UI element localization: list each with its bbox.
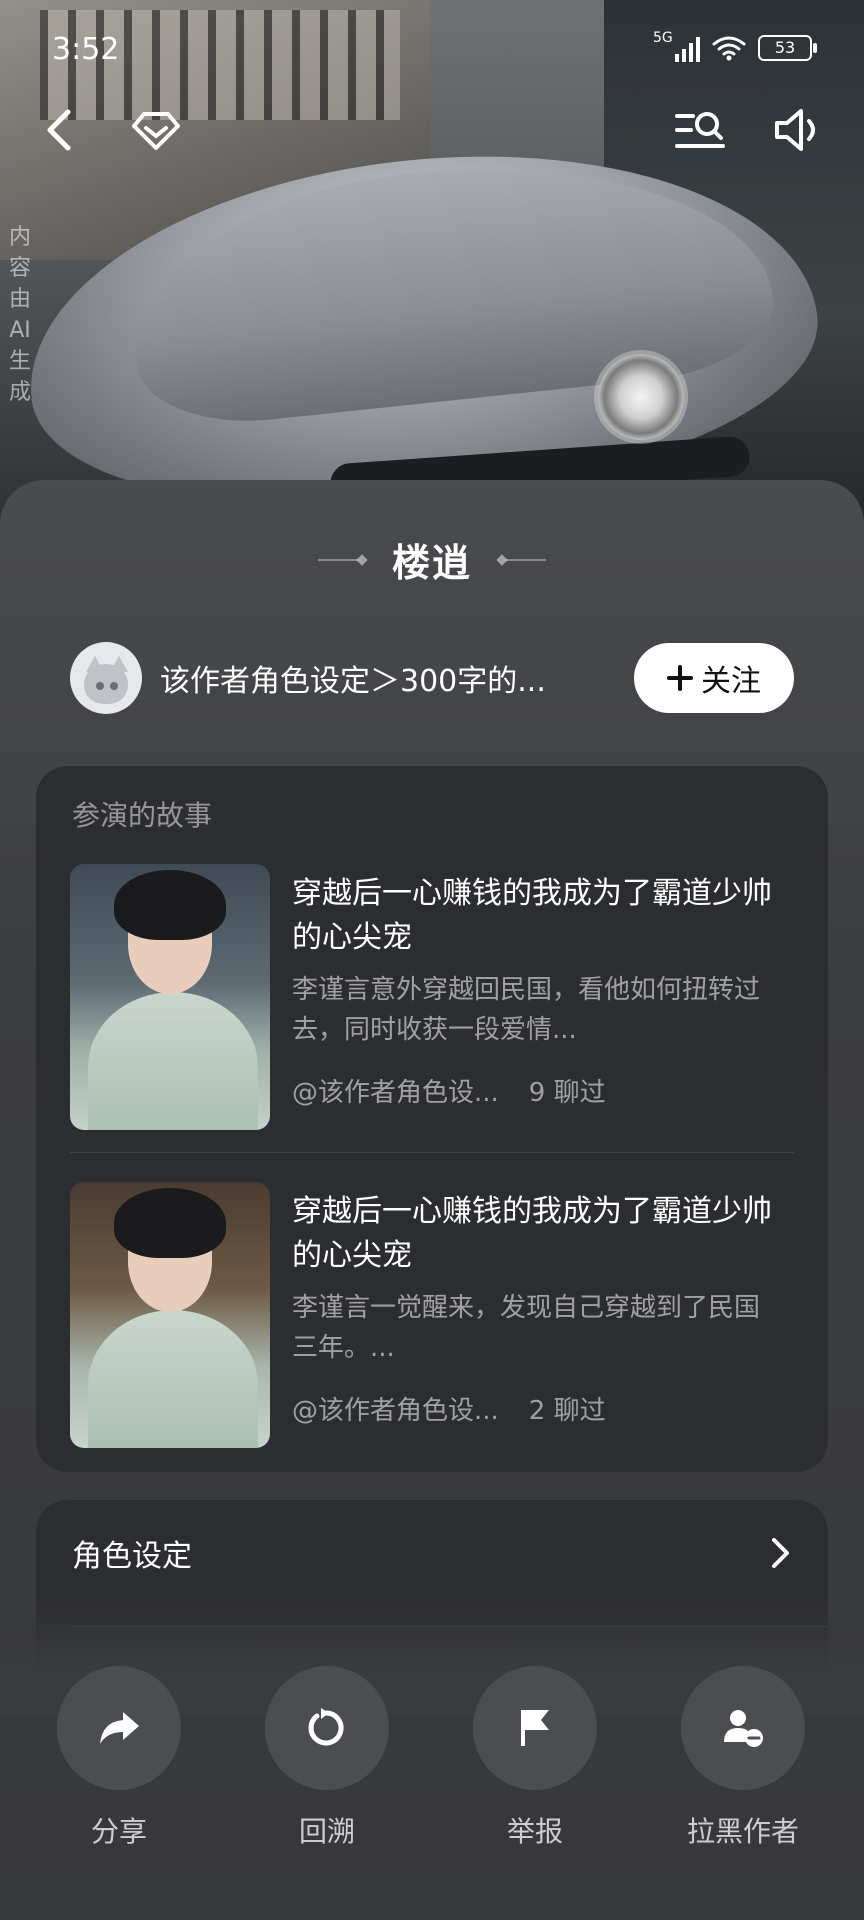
sound-button[interactable] [768, 100, 828, 160]
story-thumbnail [70, 864, 270, 1130]
story-item[interactable]: 穿越后一心赚钱的我成为了霸道少帅的心尖宠 李谨言一觉醒来，发现自己穿越到了民国三… [70, 1182, 794, 1448]
favorite-button[interactable] [126, 100, 186, 160]
cellular-signal-icon: 5G [653, 30, 700, 62]
character-name: 楼逍 [391, 541, 472, 585]
follow-label: 关注 [701, 664, 761, 699]
character-settings-label: 角色设定 [72, 1539, 192, 1574]
report-button[interactable] [473, 1666, 597, 1790]
block-author-button[interactable] [681, 1666, 805, 1790]
character-detail-sheet: 楼逍 该作者角色设定＞300字的... 关注 参演的故事 穿越后一心赚钱的我成为… [0, 480, 864, 1920]
author-row: 该作者角色设定＞300字的... 关注 [70, 642, 794, 714]
story-chat-count: 2 聊过 [528, 1396, 606, 1426]
ai-generated-watermark: 内容由AI生成 [8, 225, 31, 405]
status-icons: 5G 53 [653, 30, 817, 62]
report-label: 举报 [506, 1815, 563, 1848]
block-user-icon [724, 1710, 763, 1747]
hero-cap-badge [598, 354, 684, 440]
story-chat-count: 9 聊过 [528, 1078, 606, 1108]
list-search-icon [675, 112, 725, 148]
share-label: 分享 [90, 1815, 147, 1848]
network-type: 5G [653, 30, 673, 46]
flag-icon [521, 1710, 549, 1746]
story-meta: @该作者角色设... 2 聊过 [292, 1390, 606, 1427]
story-thumbnail [70, 1182, 270, 1448]
search-list-button[interactable] [670, 100, 730, 160]
rewind-button[interactable] [265, 1666, 389, 1790]
story-title: 穿越后一心赚钱的我成为了霸道少帅的心尖宠 [292, 1194, 772, 1273]
rewind-action[interactable]: 回溯 [262, 1666, 392, 1850]
share-button[interactable] [57, 1666, 181, 1790]
story-divider [70, 1152, 794, 1153]
plus-icon [667, 665, 693, 691]
share-action[interactable]: 分享 [54, 1666, 184, 1850]
block-author-label: 拉黑作者 [686, 1815, 799, 1848]
action-bar: 分享 回溯 举报 拉黑作者 [0, 1666, 864, 1848]
story-title: 穿越后一心赚钱的我成为了霸道少帅的心尖宠 [292, 876, 772, 955]
back-button[interactable] [28, 100, 88, 160]
story-description: 李谨言一觉醒来，发现自己穿越到了民国三年。... [292, 1293, 761, 1363]
status-bar: 3:52 5G 53 [0, 0, 864, 100]
wifi-icon [712, 36, 746, 61]
character-name-row: 楼逍 [0, 532, 864, 587]
battery-icon: 53 [758, 35, 817, 61]
speaker-icon [775, 109, 815, 151]
character-settings-row[interactable]: 角色设定 [72, 1528, 792, 1578]
author-name[interactable]: 该作者角色设定＞300字的... [160, 656, 600, 700]
story-meta: @该作者角色设... 9 聊过 [292, 1072, 606, 1109]
title-decoration-right [496, 553, 546, 566]
story-author: @该作者角色设... [292, 1396, 499, 1426]
story-item[interactable]: 穿越后一心赚钱的我成为了霸道少帅的心尖宠 李谨言意外穿越回民国，看他如何扭转过去… [70, 864, 794, 1130]
share-icon [100, 1712, 139, 1744]
follow-button[interactable]: 关注 [634, 643, 794, 713]
stories-section-title: 参演的故事 [72, 799, 213, 832]
stories-card: 参演的故事 穿越后一心赚钱的我成为了霸道少帅的心尖宠 李谨言意外穿越回民国，看他… [36, 766, 828, 1472]
back-arrow-icon [47, 109, 71, 151]
heart-diamond-icon [132, 112, 180, 150]
story-description: 李谨言意外穿越回民国，看他如何扭转过去，同时收获一段爱情... [292, 975, 761, 1045]
story-author: @该作者角色设... [292, 1078, 499, 1108]
title-decoration-left [317, 553, 368, 566]
status-time: 3:52 [52, 32, 120, 67]
chevron-right-icon [772, 1538, 789, 1568]
rewind-label: 回溯 [298, 1815, 355, 1848]
block-author-action[interactable]: 拉黑作者 [678, 1666, 808, 1850]
report-action[interactable]: 举报 [470, 1666, 600, 1850]
rewind-icon [308, 1708, 344, 1746]
author-avatar[interactable] [70, 642, 142, 714]
